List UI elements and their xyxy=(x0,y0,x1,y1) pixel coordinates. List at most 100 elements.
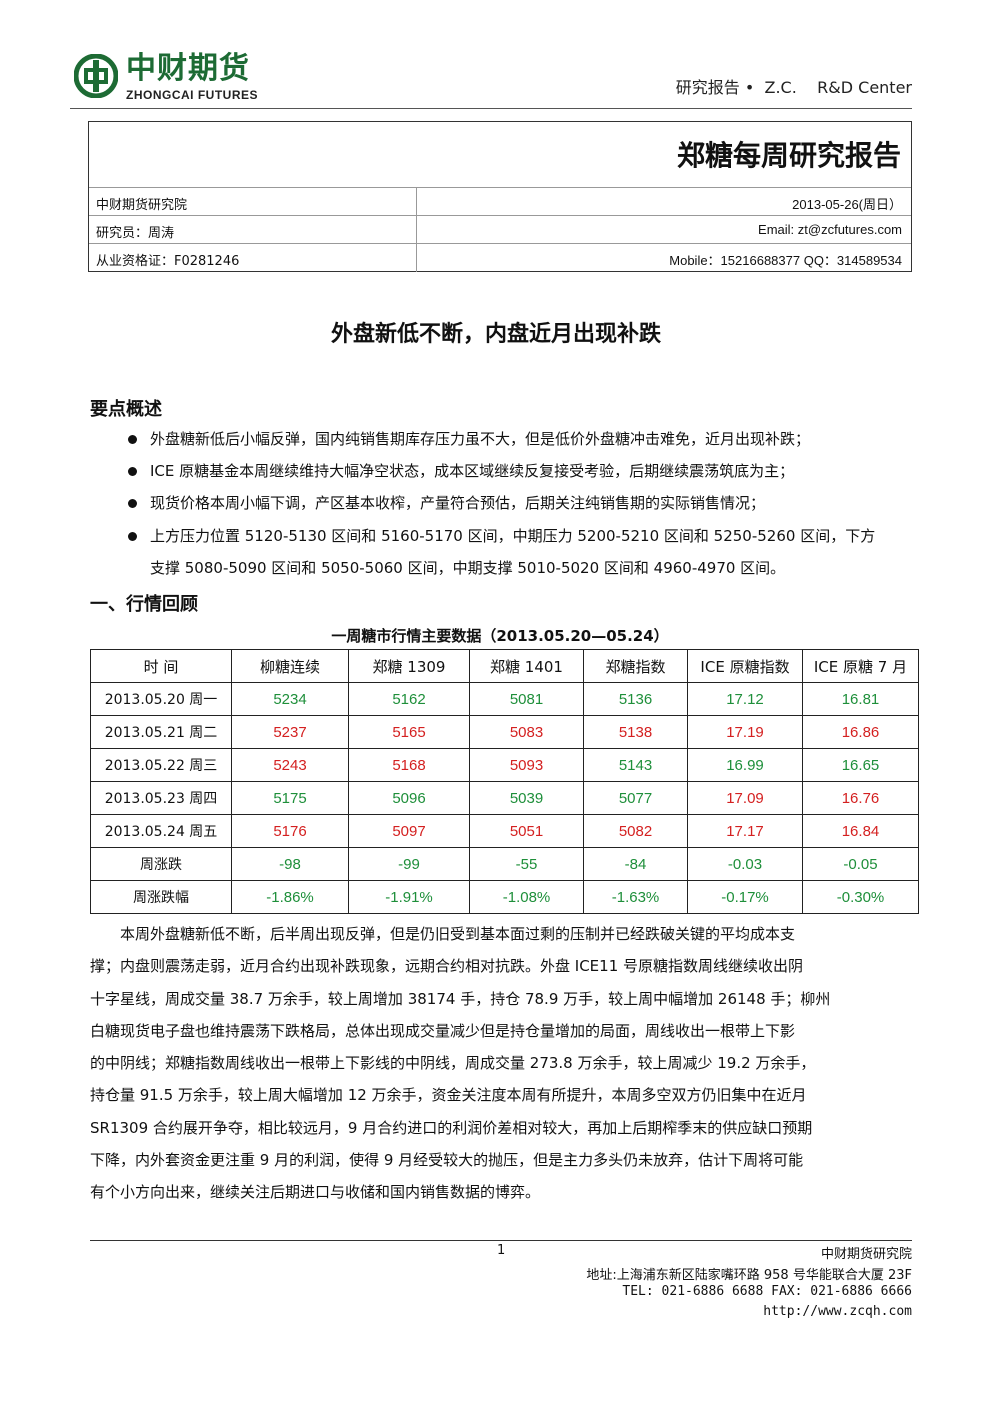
info-row-institute: 中财期货研究院 2013-05-26(周日） xyxy=(89,187,911,216)
table-cell: -1.08% xyxy=(469,880,584,914)
table-cell: 16.84 xyxy=(802,814,919,848)
row-label: 2013.05.23 周四 xyxy=(90,781,232,815)
column-header: 郑糖 1401 xyxy=(469,649,584,683)
row-label: 2013.05.22 周三 xyxy=(90,748,232,782)
table-cell: 16.86 xyxy=(802,715,919,749)
table-row: 2013.05.22 周三 5243 5168 5093 5143 16.99 16.65 xyxy=(90,748,919,782)
table-cell: 5175 xyxy=(231,781,349,815)
summary-heading: 要点概述 xyxy=(90,399,162,420)
paragraph-line: 持仓量 91.5 万余手，较上周大幅增加 12 万余手，资金关注度本周有所提升，… xyxy=(90,1086,807,1105)
table-cell: 17.17 xyxy=(687,814,803,848)
bullet-text: 外盘糖新低后小幅反弹，国内纯销售期库存压力虽不大，但是低价外盘糖冲击难免，近月出… xyxy=(150,430,811,448)
column-header: ICE 原糖指数 xyxy=(687,649,803,683)
logo-chinese-name: 中财期货 xyxy=(126,51,250,86)
column-header: 柳糖连续 xyxy=(231,649,349,683)
table-cell: 5143 xyxy=(583,748,688,782)
summary-bullet: 外盘糖新低后小幅反弹，国内纯销售期库存压力虽不大，但是低价外盘糖冲击难免，近月出… xyxy=(128,423,918,455)
paragraph-line: SR1309 合约展开争夺，相比较远月，9 月合约进口的利润价差相对较大，再加上… xyxy=(90,1118,813,1137)
report-title: 郑糖每周研究报告 xyxy=(676,139,901,172)
table-cell: -98 xyxy=(231,847,349,881)
footer-institute: 中财期货研究院 xyxy=(820,1247,912,1262)
column-header: 时 间 xyxy=(90,649,232,683)
table-title: 一周糖市行情主要数据（2013.05.20—05.24） xyxy=(331,627,669,645)
table-cell: 5083 xyxy=(469,715,584,749)
bullet-text: 上方压力位置 5120-5130 区间和 5160-5170 区间，中期压力 5… xyxy=(150,527,876,545)
cell-divider xyxy=(416,244,417,272)
company-logo: 中财期货 ZHONGCAI FUTURES xyxy=(74,52,314,106)
table-cell: -0.17% xyxy=(687,880,803,914)
table-cell: -55 xyxy=(469,847,584,881)
info-row-license: 从业资格证：F0281246 Mobile：15216688377 QQ：314… xyxy=(89,243,911,272)
row-label: 2013.05.21 周二 xyxy=(90,715,232,749)
header-tagline: 研究报告 • Z.C. R&D Center xyxy=(675,78,912,97)
table-cell: 5162 xyxy=(348,682,470,716)
table-cell: 5081 xyxy=(469,682,584,716)
bullet-text: 现货价格本周小幅下调，产区基本收榨，产量符合预估，后期关注纯销售期的实际销售情况… xyxy=(150,494,766,512)
table-cell: 5082 xyxy=(583,814,688,848)
summary-bullet: 上方压力位置 5120-5130 区间和 5160-5170 区间，中期压力 5… xyxy=(128,520,918,584)
page-number: 1 xyxy=(497,1243,506,1258)
table-body: 2013.05.20 周一 5234 5162 5081 5136 17.12 16.81 2… xyxy=(90,682,919,914)
table-cell: -1.63% xyxy=(583,880,688,914)
table-cell: 5237 xyxy=(231,715,349,749)
table-cell: 17.12 xyxy=(687,682,803,716)
paragraph-line: 十字星线，周成交量 38.7 万余手，较上周增加 38174 手，持仓 78.9… xyxy=(90,989,831,1008)
cell-divider xyxy=(416,216,417,244)
table-cell: -0.03 xyxy=(687,847,803,881)
footer-phone-fax: TEL: 021-6886 6688 FAX: 021-6886 6666 xyxy=(622,1284,912,1299)
institute-name: 中财期货研究院 xyxy=(96,198,188,213)
table-cell: 16.76 xyxy=(802,781,919,815)
market-review-paragraph: 本周外盘糖新低不断，后半周出现反弹，但是仍旧受到基本面过剩的压制并已经跌破关键的… xyxy=(90,918,912,1209)
paragraph-line: 的中阴线；郑糖指数周线收出一根带上下影线的中阴线，周成交量 273.8 万余手，… xyxy=(90,1054,816,1073)
bullet-icon xyxy=(128,435,137,444)
column-header: ICE 原糖 7 月 xyxy=(802,649,919,683)
table-cell: 16.65 xyxy=(802,748,919,782)
contact-info: Mobile：15216688377 QQ：314589534 xyxy=(669,253,902,268)
report-info-box: 郑糖每周研究报告 中财期货研究院 2013-05-26(周日） 研究员：周涛 E… xyxy=(88,121,912,272)
researcher-email: Email: zt@zcfutures.com xyxy=(758,222,902,237)
paragraph-line: 有个小方向出来，继续关注后期进口与收储和国内销售数据的博弈。 xyxy=(90,1183,541,1202)
footer-website-link[interactable]: http://www.zcqh.com xyxy=(763,1304,912,1319)
paragraph-line: 本周外盘糖新低不断，后半周出现反弹，但是仍旧受到基本面过剩的压制并已经跌破关键的… xyxy=(90,925,796,943)
table-cell: 5051 xyxy=(469,814,584,848)
table-cell: 5077 xyxy=(583,781,688,815)
table-cell: -84 xyxy=(583,847,688,881)
footer-divider xyxy=(90,1240,912,1241)
info-row-researcher: 研究员：周涛 Email: zt@zcfutures.com xyxy=(89,215,911,244)
table-cell: 16.99 xyxy=(687,748,803,782)
table-row: 2013.05.21 周二 5237 5165 5083 5138 17.19 16.86 xyxy=(90,715,919,749)
report-headline: 外盘新低不断，内盘近月出现补跌 xyxy=(330,322,661,347)
table-cell: -0.30% xyxy=(802,880,919,914)
table-cell: -0.05 xyxy=(802,847,919,881)
summary-bullet: 现货价格本周小幅下调，产区基本收榨，产量符合预估，后期关注纯销售期的实际销售情况… xyxy=(128,487,918,519)
table-cell: 5165 xyxy=(348,715,470,749)
table-header-row: 时 间 柳糖连续 郑糖 1309 郑糖 1401 郑糖指数 ICE 原糖指数 I… xyxy=(90,649,919,683)
paragraph-line: 下降，内外套资金更注重 9 月的利润，使得 9 月经受较大的抛压，但是主力多头仍… xyxy=(90,1151,804,1170)
header-divider xyxy=(70,108,912,109)
bullet-text: ICE 原糖基金本周继续维持大幅净空状态，成本区域继续反复接受考验，后期继续震荡… xyxy=(150,462,795,480)
logo-mark-icon xyxy=(74,54,118,98)
table-cell: -99 xyxy=(348,847,470,881)
table-row: 周涨跌幅 -1.86% -1.91% -1.08% -1.63% -0.17% -0.30% xyxy=(90,880,919,914)
table-cell: 5176 xyxy=(231,814,349,848)
table-cell: 16.81 xyxy=(802,682,919,716)
row-label: 周涨跌幅 xyxy=(90,880,232,914)
bullet-icon xyxy=(128,499,137,508)
table-cell: -1.86% xyxy=(231,880,349,914)
column-header: 郑糖 1309 xyxy=(348,649,470,683)
table-cell: 17.19 xyxy=(687,715,803,749)
table-cell: 17.09 xyxy=(687,781,803,815)
table-row: 周涨跌 -98 -99 -55 -84 -0.03 -0.05 xyxy=(90,847,919,881)
table-cell: 5093 xyxy=(469,748,584,782)
logo-english-name: ZHONGCAI FUTURES xyxy=(126,88,258,102)
table-cell: -1.91% xyxy=(348,880,470,914)
section-heading-market-review: 一、行情回顾 xyxy=(90,594,198,615)
row-label: 周涨跌 xyxy=(90,847,232,881)
report-date: 2013-05-26(周日） xyxy=(792,197,902,212)
table-cell: 5243 xyxy=(231,748,349,782)
license-number: 从业资格证：F0281246 xyxy=(96,254,240,269)
bullet-icon xyxy=(128,532,137,541)
table-row: 2013.05.23 周四 5175 5096 5039 5077 17.09 16.76 xyxy=(90,781,919,815)
row-label: 2013.05.20 周一 xyxy=(90,682,232,716)
summary-bullet: ICE 原糖基金本周继续维持大幅净空状态，成本区域继续反复接受考验，后期继续震荡… xyxy=(128,455,918,487)
